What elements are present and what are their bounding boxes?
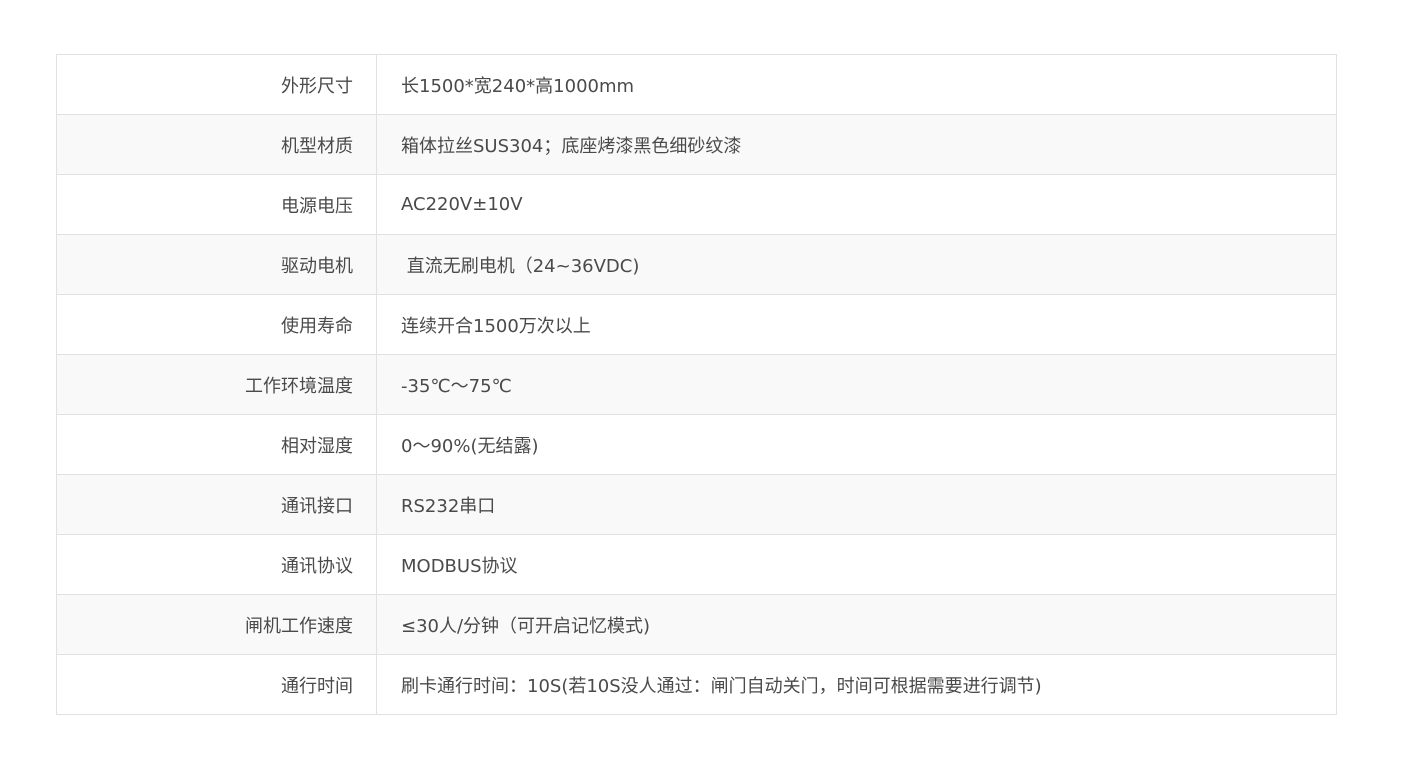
row-value: 刷卡通行时间：10S(若10S没人通过：闸门自动关门，时间可根据需要进行调节): [376, 654, 1337, 715]
table-row: 通讯协议 MODBUS协议: [56, 534, 1337, 595]
row-label: 工作环境温度: [56, 354, 377, 415]
row-value: 0～90%(无结露): [376, 414, 1337, 475]
table-row: 电源电压 AC220V±10V: [56, 174, 1337, 235]
row-label: 相对湿度: [56, 414, 377, 475]
row-label: 闸机工作速度: [56, 594, 377, 655]
table-row: 外形尺寸 长1500*宽240*高1000mm: [56, 54, 1337, 115]
table-row: 通行时间 刷卡通行时间：10S(若10S没人通过：闸门自动关门，时间可根据需要进…: [56, 654, 1337, 715]
row-label: 机型材质: [56, 114, 377, 175]
table-row: 使用寿命 连续开合1500万次以上: [56, 294, 1337, 355]
row-label: 通讯协议: [56, 534, 377, 595]
table-row: 驱动电机 直流无刷电机（24~36VDC): [56, 234, 1337, 295]
row-value: MODBUS协议: [376, 534, 1337, 595]
row-value: RS232串口: [376, 474, 1337, 535]
row-value: AC220V±10V: [376, 174, 1337, 235]
row-label: 电源电压: [56, 174, 377, 235]
row-value: 长1500*宽240*高1000mm: [376, 54, 1337, 115]
row-label: 外形尺寸: [56, 54, 377, 115]
table-row: 工作环境温度 -35℃～75℃: [56, 354, 1337, 415]
table-row: 通讯接口 RS232串口: [56, 474, 1337, 535]
table-row: 相对湿度 0～90%(无结露): [56, 414, 1337, 475]
spec-table: 外形尺寸 长1500*宽240*高1000mm 机型材质 箱体拉丝SUS304；…: [56, 54, 1337, 715]
row-label: 使用寿命: [56, 294, 377, 355]
row-value: 箱体拉丝SUS304；底座烤漆黑色细砂纹漆: [376, 114, 1337, 175]
row-value: 直流无刷电机（24~36VDC): [376, 234, 1337, 295]
row-label: 通讯接口: [56, 474, 377, 535]
table-row: 机型材质 箱体拉丝SUS304；底座烤漆黑色细砂纹漆: [56, 114, 1337, 175]
row-value: -35℃～75℃: [376, 354, 1337, 415]
row-value: ≤30人/分钟（可开启记忆模式): [376, 594, 1337, 655]
row-label: 通行时间: [56, 654, 377, 715]
row-label: 驱动电机: [56, 234, 377, 295]
row-value: 连续开合1500万次以上: [376, 294, 1337, 355]
table-row: 闸机工作速度 ≤30人/分钟（可开启记忆模式): [56, 594, 1337, 655]
